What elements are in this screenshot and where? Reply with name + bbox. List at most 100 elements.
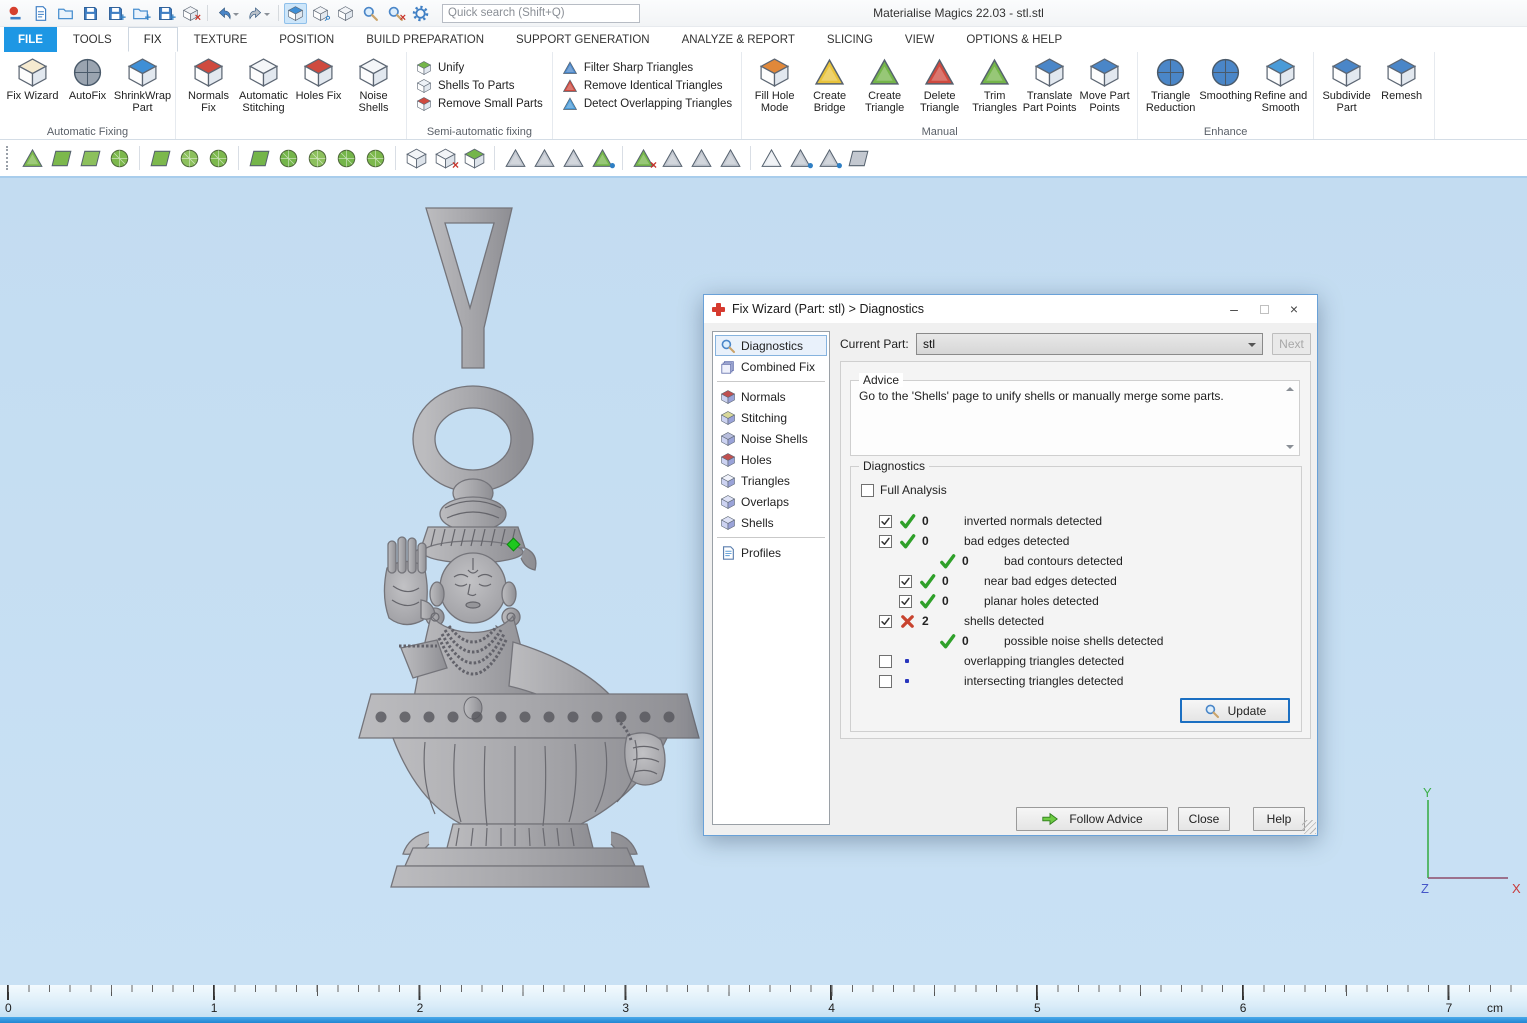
ribbon-button[interactable]: Translate Part Points xyxy=(1022,55,1077,115)
quick-access-icon[interactable] xyxy=(79,3,102,24)
marking-tool-icon[interactable] xyxy=(502,145,528,171)
quick-access-icon[interactable] xyxy=(104,3,127,24)
wizard-page-item[interactable]: Shells xyxy=(715,512,827,533)
wizard-page-item[interactable] xyxy=(715,377,827,386)
marking-tool-icon[interactable] xyxy=(618,145,627,171)
quick-access-icon[interactable] xyxy=(179,3,202,24)
marking-tool-icon[interactable] xyxy=(845,145,871,171)
quick-access-icon[interactable] xyxy=(204,3,211,24)
quick-access-icon[interactable] xyxy=(129,3,152,24)
diagnostic-row[interactable]: 0 possible noise shells detected xyxy=(851,631,1301,651)
marking-tool-icon[interactable] xyxy=(234,145,243,171)
scroll-down-icon[interactable] xyxy=(1286,445,1294,453)
quick-access-icon[interactable] xyxy=(334,3,357,24)
menu-tab[interactable]: FIX xyxy=(128,27,178,52)
marking-tool-icon[interactable] xyxy=(333,145,359,171)
marking-tool-icon[interactable] xyxy=(717,145,743,171)
quick-access-icon[interactable] xyxy=(29,3,52,24)
wizard-page-item[interactable] xyxy=(715,533,827,542)
quick-access-icon[interactable] xyxy=(284,3,307,24)
ribbon-button[interactable]: Create Bridge xyxy=(802,55,857,115)
diagnostic-row[interactable]: 0 planar holes detected xyxy=(851,591,1301,611)
marking-tool-icon[interactable] xyxy=(147,145,173,171)
marking-tool-icon[interactable] xyxy=(403,145,429,171)
wizard-page-item[interactable]: Diagnostics xyxy=(715,335,827,356)
marking-tool-icon[interactable] xyxy=(48,145,74,171)
ribbon-button[interactable]: Move Part Points xyxy=(1077,55,1132,115)
close-dialog-button[interactable]: Close xyxy=(1178,807,1230,831)
diagnostic-checkbox[interactable] xyxy=(879,655,892,668)
menu-tab[interactable]: TOOLS xyxy=(57,27,128,52)
marking-tool-icon[interactable] xyxy=(19,145,45,171)
quick-access-icon[interactable] xyxy=(359,3,382,24)
diagnostic-row[interactable]: 0 bad contours detected xyxy=(851,551,1301,571)
wizard-page-item[interactable]: Noise Shells xyxy=(715,428,827,449)
diagnostic-row[interactable]: 0 inverted normals detected xyxy=(851,511,1301,531)
menu-tab[interactable]: BUILD PREPARATION xyxy=(350,27,500,52)
scroll-up-icon[interactable] xyxy=(1286,383,1294,391)
maximize-button[interactable] xyxy=(1249,298,1279,320)
ribbon-button[interactable]: Fill Hole Mode xyxy=(747,55,802,115)
ribbon-button[interactable]: Normals Fix xyxy=(181,55,236,115)
menu-tab[interactable]: FILE xyxy=(4,27,57,52)
marking-tool-icon[interactable] xyxy=(304,145,330,171)
current-part-select[interactable]: stl xyxy=(916,333,1263,355)
marking-tool-icon[interactable] xyxy=(275,145,301,171)
quick-access-icon[interactable] xyxy=(54,3,77,24)
marking-tool-icon[interactable] xyxy=(205,145,231,171)
wizard-page-item[interactable]: Overlaps xyxy=(715,491,827,512)
diagnostic-row[interactable]: intersecting triangles detected xyxy=(851,671,1301,691)
quick-access-icon[interactable] xyxy=(244,3,267,24)
help-button[interactable]: Help xyxy=(1253,807,1305,831)
marking-tool-icon[interactable] xyxy=(746,145,755,171)
marking-tool-icon[interactable] xyxy=(688,145,714,171)
ribbon-small-button[interactable]: Shells To Parts xyxy=(416,77,543,95)
quick-access-icon[interactable] xyxy=(384,3,407,24)
diagnostic-row[interactable]: 2 shells detected xyxy=(851,611,1301,631)
diagnostic-checkbox[interactable] xyxy=(879,515,892,528)
quick-access-icon[interactable] xyxy=(309,3,332,24)
marking-tool-icon[interactable] xyxy=(560,145,586,171)
menu-tab[interactable]: ANALYZE & REPORT xyxy=(666,27,811,52)
quick-access-icon[interactable] xyxy=(4,3,27,24)
menu-tab[interactable]: TEXTURE xyxy=(178,27,264,52)
ribbon-small-button[interactable]: Remove Identical Triangles xyxy=(562,77,732,95)
quick-access-icon[interactable] xyxy=(213,3,236,24)
marking-tool-icon[interactable] xyxy=(461,145,487,171)
advice-scrollbar[interactable] xyxy=(1282,383,1297,453)
wizard-page-item[interactable]: Profiles xyxy=(715,542,827,563)
diagnostic-checkbox[interactable] xyxy=(879,535,892,548)
ribbon-button[interactable]: Smoothing xyxy=(1198,55,1253,102)
menu-tab[interactable]: VIEW xyxy=(889,27,950,52)
diagnostic-row[interactable]: overlapping triangles detected xyxy=(851,651,1301,671)
update-button[interactable]: Update xyxy=(1180,698,1290,723)
marking-tool-icon[interactable] xyxy=(77,145,103,171)
diagnostic-checkbox[interactable] xyxy=(879,675,892,688)
wizard-page-item[interactable]: Normals xyxy=(715,386,827,407)
ribbon-small-button[interactable]: Unify xyxy=(416,59,543,77)
viewport-3d[interactable]: Y Z X Fix Wizard (Part: stl) > Diagnosti… xyxy=(0,178,1527,985)
ribbon-button[interactable]: Holes Fix xyxy=(291,55,346,102)
quick-access-icon[interactable] xyxy=(409,3,432,24)
menu-tab[interactable]: SUPPORT GENERATION xyxy=(500,27,666,52)
ribbon-button[interactable]: Automatic Stitching xyxy=(236,55,291,115)
quick-access-icon[interactable] xyxy=(275,3,282,24)
quick-access-icon[interactable] xyxy=(154,3,177,24)
ribbon-button[interactable]: Fix Wizard xyxy=(5,55,60,102)
quick-search-input[interactable] xyxy=(442,4,640,23)
wizard-page-item[interactable]: Combined Fix xyxy=(715,356,827,377)
marking-tool-icon[interactable] xyxy=(816,145,842,171)
marking-tool-icon[interactable] xyxy=(106,145,132,171)
diagnostic-row[interactable]: 0 bad edges detected xyxy=(851,531,1301,551)
marking-tool-icon[interactable] xyxy=(758,145,784,171)
marking-tool-icon[interactable] xyxy=(630,145,656,171)
marking-tool-icon[interactable] xyxy=(135,145,144,171)
minimize-button[interactable]: – xyxy=(1219,298,1249,320)
full-analysis-checkbox[interactable] xyxy=(861,484,874,497)
marking-tool-icon[interactable] xyxy=(176,145,202,171)
ribbon-button[interactable]: Trim Triangles xyxy=(967,55,1022,115)
menu-tab[interactable]: POSITION xyxy=(263,27,350,52)
marking-tool-icon[interactable] xyxy=(246,145,272,171)
ribbon-button[interactable]: Delete Triangle xyxy=(912,55,967,115)
ribbon-small-button[interactable]: Remove Small Parts xyxy=(416,95,543,113)
